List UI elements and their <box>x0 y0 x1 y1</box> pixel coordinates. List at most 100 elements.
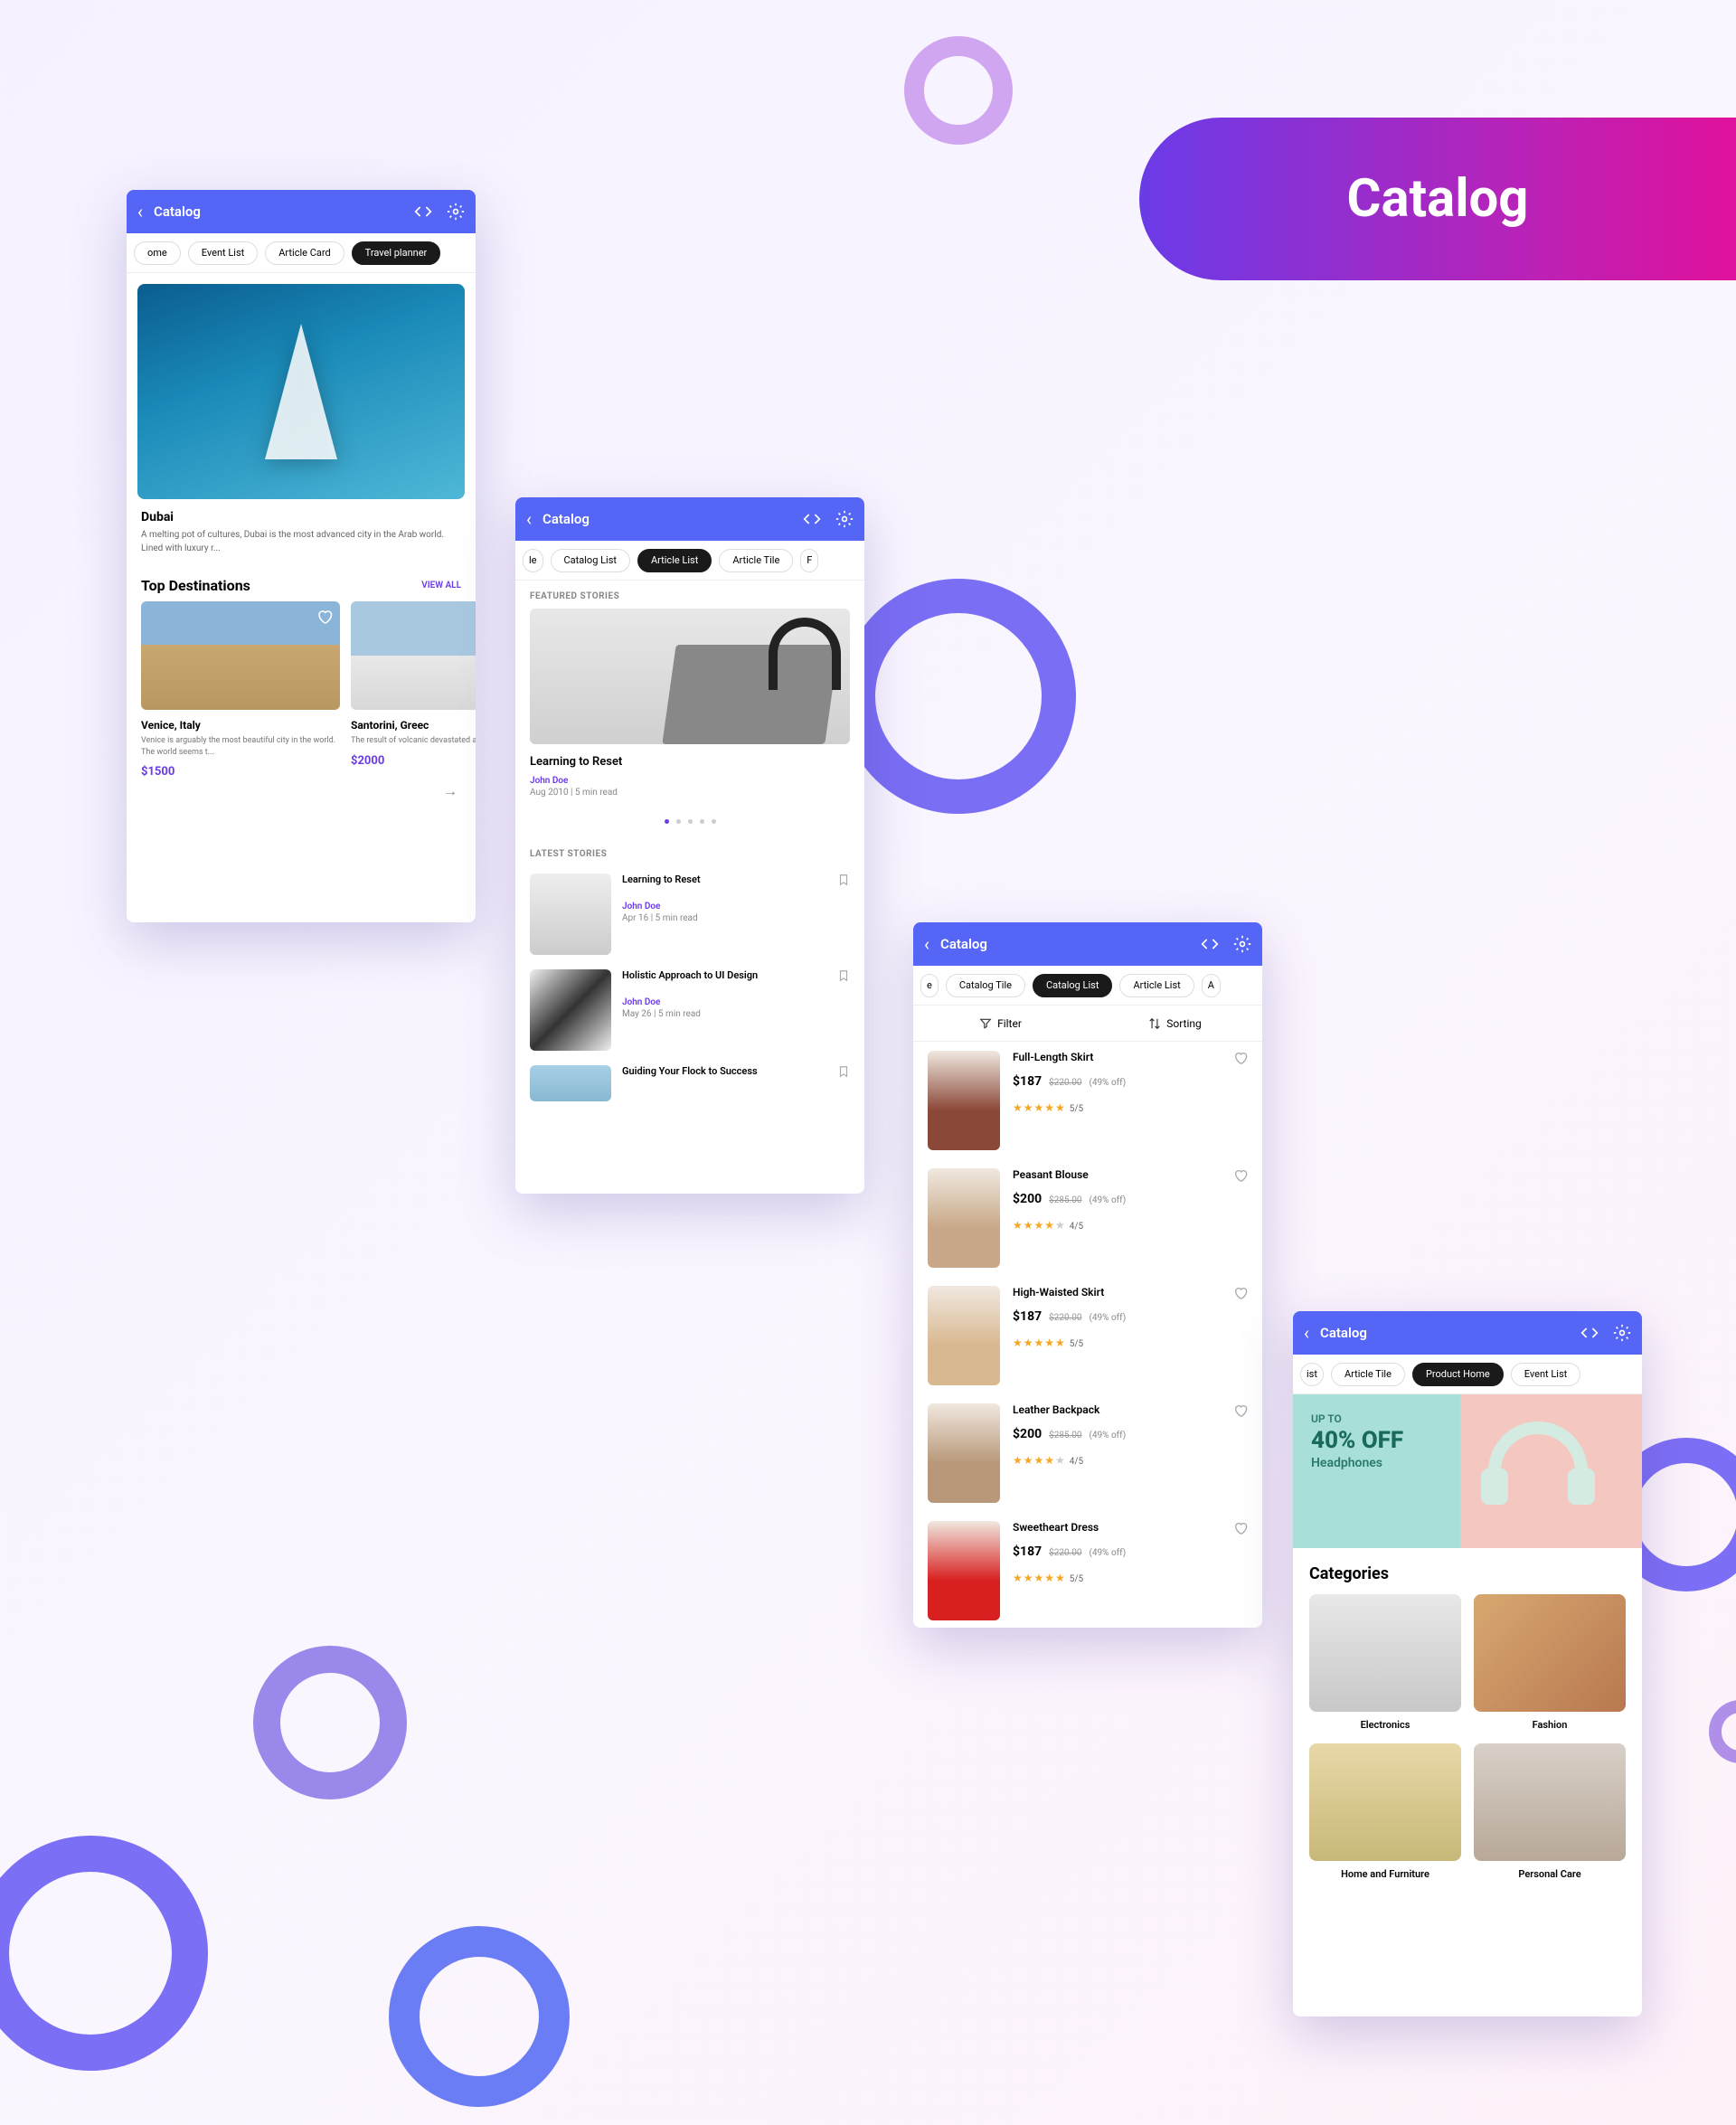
decor-ring <box>1709 1700 1736 1763</box>
back-icon[interactable]: ‹ <box>137 201 143 222</box>
story-thumbnail <box>530 874 611 955</box>
product-row[interactable]: Leather Backpack $200 $285.00 (49% off) … <box>913 1394 1262 1512</box>
tab-partial[interactable]: e <box>920 974 939 997</box>
code-icon[interactable] <box>1201 935 1219 953</box>
tabs-bar: e Catalog Tile Catalog List Article List… <box>913 966 1262 1006</box>
sort-button[interactable]: Sorting <box>1088 1006 1262 1041</box>
decor-ring <box>904 36 1013 145</box>
header-title: Catalog <box>1320 1325 1580 1341</box>
gear-icon[interactable] <box>835 510 854 528</box>
gear-icon[interactable] <box>1233 935 1251 953</box>
category-card[interactable]: Fashion <box>1474 1594 1626 1731</box>
heart-icon[interactable] <box>1233 1521 1248 1535</box>
hero-title: Dubai <box>141 510 461 524</box>
product-rating: 5/5 <box>1070 1104 1083 1114</box>
featured-label: FEATURED STORIES <box>515 581 864 609</box>
tab-article-card[interactable]: Article Card <box>265 241 344 265</box>
back-icon[interactable]: ‹ <box>1304 1322 1309 1344</box>
next-arrow-icon[interactable]: → <box>127 779 476 804</box>
bookmark-icon[interactable] <box>837 874 850 886</box>
category-card[interactable]: Personal Care <box>1474 1743 1626 1880</box>
product-rating: 4/5 <box>1070 1457 1083 1467</box>
product-discount: (49% off) <box>1090 1313 1127 1323</box>
destinations-row: Venice, Italy Venice is arguably the mos… <box>127 601 476 779</box>
product-image <box>928 1168 1000 1268</box>
category-card[interactable]: Home and Furniture <box>1309 1743 1461 1880</box>
page-banner: Catalog <box>1139 118 1736 280</box>
product-row[interactable]: Sweetheart Dress $187 $220.00 (49% off) … <box>913 1512 1262 1628</box>
tab-article-tile[interactable]: Article Tile <box>1331 1363 1405 1386</box>
gear-icon[interactable] <box>447 203 465 221</box>
category-card[interactable]: Electronics <box>1309 1594 1461 1731</box>
destination-card[interactable]: Santorini, Greec The result of volcanic … <box>351 601 476 779</box>
story-author[interactable]: John Doe <box>622 902 826 911</box>
tabs-bar: ome Event List Article Card Travel plann… <box>127 233 476 273</box>
tab-event-list[interactable]: Event List <box>1511 1363 1580 1386</box>
destination-desc: Venice is arguably the most beautiful ci… <box>141 735 340 758</box>
tab-partial[interactable]: F <box>800 549 818 572</box>
heart-icon[interactable] <box>316 609 333 625</box>
app-header: ‹ Catalog <box>1293 1311 1642 1355</box>
carousel-dots[interactable] <box>515 799 864 838</box>
code-icon[interactable] <box>1580 1324 1599 1342</box>
product-image <box>928 1286 1000 1385</box>
tab-article-tile[interactable]: Article Tile <box>719 549 793 572</box>
tab-home[interactable]: ome <box>134 241 181 265</box>
view-all-link[interactable]: VIEW ALL <box>421 581 461 590</box>
destination-card[interactable]: Venice, Italy Venice is arguably the mos… <box>141 601 340 779</box>
back-icon[interactable]: ‹ <box>526 508 532 530</box>
product-discount: (49% off) <box>1090 1078 1127 1088</box>
tab-catalog-list[interactable]: Catalog List <box>551 549 630 572</box>
product-row[interactable]: Peasant Blouse $200 $285.00 (49% off) ★★… <box>913 1159 1262 1277</box>
featured-author[interactable]: John Doe <box>530 776 850 786</box>
story-author[interactable]: John Doe <box>622 997 826 1007</box>
product-row[interactable]: Full-Length Skirt $187 $220.00 (49% off)… <box>913 1042 1262 1159</box>
product-image <box>928 1051 1000 1150</box>
tab-partial[interactable]: le <box>523 549 543 572</box>
destination-title: Santorini, Greec <box>351 719 476 732</box>
tab-partial[interactable]: A <box>1202 974 1221 997</box>
heart-icon[interactable] <box>1233 1286 1248 1300</box>
tabs-bar: ist Article Tile Product Home Event List <box>1293 1355 1642 1394</box>
bookmark-icon[interactable] <box>837 969 850 982</box>
code-icon[interactable] <box>803 510 821 528</box>
decor-ring <box>253 1646 407 1799</box>
story-item[interactable]: Holistic Approach to UI Design John Doe … <box>515 962 864 1058</box>
destination-image <box>141 601 340 710</box>
app-header: ‹ Catalog <box>913 922 1262 966</box>
tab-event-list[interactable]: Event List <box>188 241 258 265</box>
back-icon[interactable]: ‹ <box>924 933 929 955</box>
app-header: ‹ Catalog <box>515 497 864 541</box>
category-image <box>1474 1743 1626 1861</box>
heart-icon[interactable] <box>1233 1403 1248 1418</box>
heart-icon[interactable] <box>1233 1168 1248 1183</box>
tab-catalog-tile[interactable]: Catalog Tile <box>946 974 1025 997</box>
code-icon[interactable] <box>414 203 432 221</box>
destination-title: Venice, Italy <box>141 719 340 732</box>
hero-description: A melting pot of cultures, Dubai is the … <box>141 528 461 555</box>
bookmark-icon[interactable] <box>837 1065 850 1078</box>
story-item[interactable]: Guiding Your Flock to Success <box>515 1058 864 1109</box>
product-price: $200 <box>1013 1192 1042 1206</box>
filter-button[interactable]: Filter <box>913 1006 1088 1041</box>
gear-icon[interactable] <box>1613 1324 1631 1342</box>
tab-travel-planner[interactable]: Travel planner <box>352 241 441 265</box>
tab-partial[interactable]: ist <box>1300 1363 1324 1386</box>
featured-title: Learning to Reset <box>530 755 850 769</box>
product-discount: (49% off) <box>1090 1548 1127 1558</box>
category-label: Home and Furniture <box>1309 1868 1461 1880</box>
product-row[interactable]: High-Waisted Skirt $187 $220.00 (49% off… <box>913 1277 1262 1394</box>
featured-image[interactable] <box>530 609 850 744</box>
product-title: Full-Length Skirt <box>1013 1051 1248 1063</box>
story-item[interactable]: Learning to Reset John Doe Apr 16 | 5 mi… <box>515 866 864 962</box>
tab-catalog-list[interactable]: Catalog List <box>1033 974 1112 997</box>
header-title: Catalog <box>940 936 1201 952</box>
tab-product-home[interactable]: Product Home <box>1412 1363 1504 1386</box>
section-title: Top Destinations <box>141 577 250 594</box>
tab-article-list[interactable]: Article List <box>637 549 712 572</box>
product-original-price: $285.00 <box>1049 1195 1081 1205</box>
promo-banner[interactable]: UP TO 40% OFF Headphones <box>1293 1394 1642 1548</box>
tab-article-list[interactable]: Article List <box>1119 974 1194 997</box>
hero-image[interactable] <box>137 284 465 499</box>
heart-icon[interactable] <box>1233 1051 1248 1065</box>
